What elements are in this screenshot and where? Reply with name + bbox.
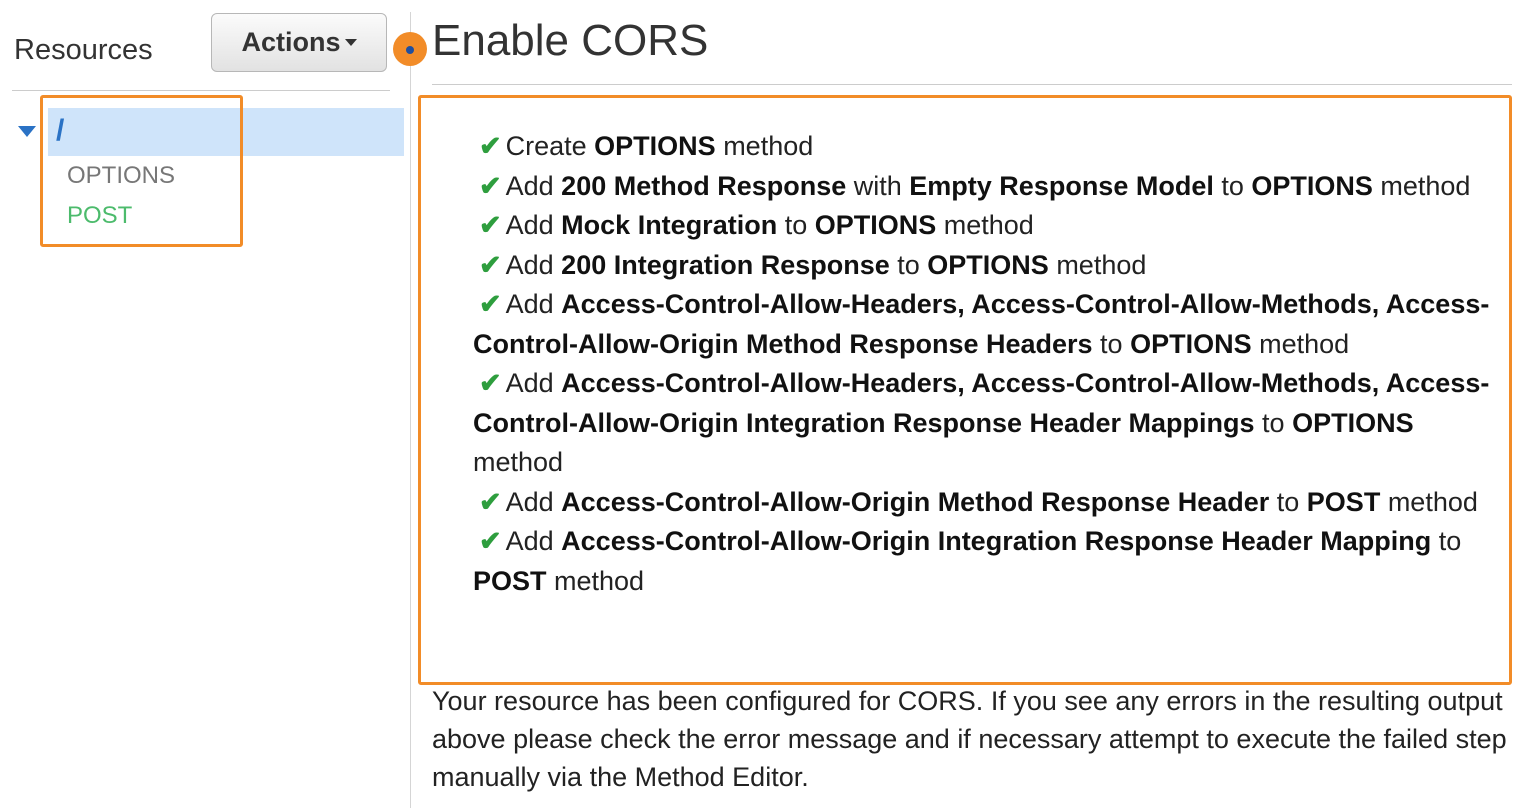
resources-title: Resources: [14, 34, 153, 66]
panel-divider: [410, 12, 411, 808]
expand-triangle-icon[interactable]: [18, 126, 36, 137]
divider: [12, 90, 390, 91]
actions-button[interactable]: Actions: [211, 13, 387, 72]
highlight-dot-icon: [393, 32, 427, 66]
actions-label: Actions: [241, 27, 341, 57]
highlight-box-steps: [418, 95, 1512, 685]
caret-down-icon: [344, 39, 357, 46]
summary-text: Your resource has been configured for CO…: [432, 686, 1507, 792]
page-title: Enable CORS: [432, 16, 709, 65]
resources-panel: Resources Actions / OPTIONS POST: [0, 0, 410, 808]
highlight-box-resources: [40, 95, 243, 247]
title-divider: [432, 84, 1512, 85]
